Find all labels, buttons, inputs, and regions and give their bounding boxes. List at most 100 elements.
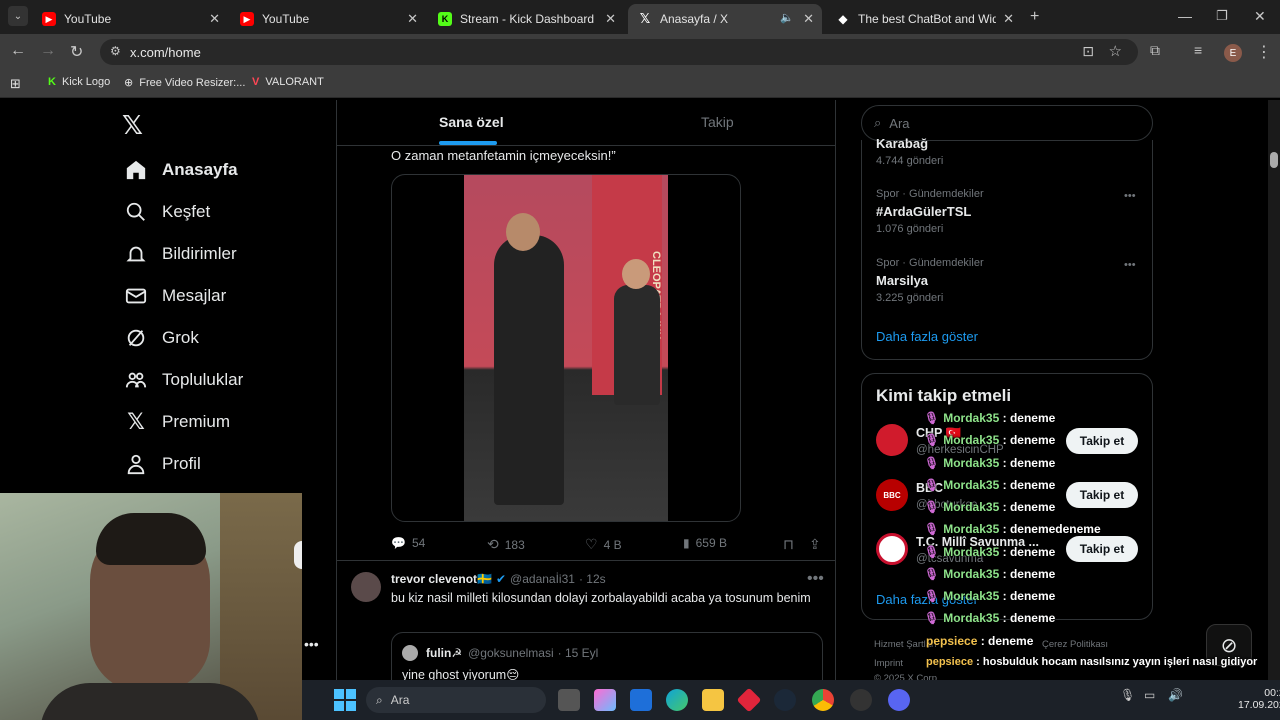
x-logo-icon[interactable]: 𝕏 <box>122 110 143 141</box>
apps-icon[interactable]: ⊞ <box>10 76 21 92</box>
more-icon[interactable]: ••• <box>1124 190 1136 202</box>
reply-button[interactable]: 💬 54 <box>391 536 425 550</box>
trend-item[interactable]: Spor · Gündemdekiler #ArdaGülerTSL 1.076… <box>876 188 984 235</box>
follow-button[interactable]: Takip et <box>1066 482 1138 508</box>
chat-separator: : <box>999 589 1010 603</box>
restore-button[interactable]: ❐ <box>1216 8 1228 24</box>
chat-separator: : <box>999 456 1010 470</box>
address-bar[interactable]: ⚙ x.com/home ⊡ ☆ <box>100 39 1138 65</box>
author-handle[interactable]: @adanaİi31 <box>510 572 575 586</box>
scrollbar[interactable] <box>1268 100 1280 680</box>
steam-icon[interactable] <box>774 689 796 711</box>
nav-grok[interactable]: Grok <box>124 326 199 350</box>
copilot-icon[interactable] <box>594 689 616 711</box>
quote-author: fulin☭ <box>426 646 463 660</box>
install-icon[interactable]: ⊡ <box>1082 43 1094 60</box>
more-icon[interactable]: ••• <box>1124 259 1136 271</box>
more-options-icon[interactable]: ••• <box>304 636 319 652</box>
app-icon[interactable] <box>736 687 762 713</box>
store-icon[interactable] <box>630 689 652 711</box>
follow-button[interactable]: Takip et <box>1066 536 1138 562</box>
taskbar-search[interactable]: ⌕ Ara <box>366 687 546 713</box>
nav-messages[interactable]: Mesajlar <box>124 284 226 308</box>
media-control-icon[interactable]: ≡ <box>1194 42 1202 58</box>
tab-youtube-1[interactable]: ▶ YouTube ✕ <box>32 4 228 34</box>
avatar[interactable] <box>351 572 381 602</box>
trend-item[interactable]: Spor · Gündemdekiler Marsilya 3.225 gönd… <box>876 257 984 304</box>
start-icon[interactable] <box>334 689 356 711</box>
discord-icon[interactable] <box>888 689 910 711</box>
chat-separator: : <box>999 500 1010 514</box>
trend-item[interactable]: Karabağ 4.744 gönderi <box>876 136 943 167</box>
nav-communities[interactable]: Topluluklar <box>124 368 243 392</box>
window-close-button[interactable]: ✕ <box>1254 8 1266 25</box>
edge-icon[interactable] <box>666 689 688 711</box>
more-icon[interactable]: ••• <box>807 570 824 588</box>
tab-chatbot[interactable]: ◆ The best ChatBot and Widgets ✕ <box>826 4 1022 34</box>
people-icon <box>124 368 148 392</box>
bookmark-video-resizer[interactable]: ⊕ Free Video Resizer:... <box>124 76 245 90</box>
extensions-icon[interactable]: ⧉ <box>1150 42 1160 59</box>
nav-profile[interactable]: Profil <box>124 452 201 476</box>
nav-notifications[interactable]: Bildirimler <box>124 242 237 266</box>
app-icon[interactable] <box>850 689 872 711</box>
volume-icon[interactable]: 🔊 <box>1168 688 1183 702</box>
speaker-icon[interactable]: 🔈 <box>780 11 794 24</box>
tab-for-you[interactable]: Sana özel <box>439 114 504 130</box>
post-video[interactable]: CLEOPATRA INK <box>391 174 741 522</box>
bookmark-star-icon[interactable]: ☆ <box>1109 42 1122 60</box>
follow-button[interactable]: Takip et <box>1066 428 1138 454</box>
nav-premium[interactable]: 𝕏 Premium <box>124 409 230 434</box>
avatar[interactable] <box>876 424 908 456</box>
close-icon[interactable]: ✕ <box>803 11 814 27</box>
repost-button[interactable]: ⟲ 183 <box>487 536 525 553</box>
tab-youtube-2[interactable]: ▶ YouTube ✕ <box>230 4 426 34</box>
share-icon[interactable]: ⇪ <box>809 536 821 553</box>
close-icon[interactable]: ✕ <box>1003 11 1014 27</box>
quote-card[interactable]: fulin☭ @goksunelmasi · 15 Eyl yine ghost… <box>391 632 823 680</box>
mic-icon: 🎙 <box>924 522 940 536</box>
chat-text: deneme <box>1009 545 1056 559</box>
mic-icon[interactable]: 🎙 <box>1120 688 1135 702</box>
minimize-button[interactable]: — <box>1178 8 1192 24</box>
author-name[interactable]: trevor clevenot🇸🇪 <box>391 572 492 586</box>
close-icon[interactable]: ✕ <box>209 11 220 27</box>
tab-x-home[interactable]: 𝕏 Anasayfa / X 🔈 ✕ <box>628 4 822 34</box>
site-info-icon[interactable]: ⚙ <box>110 44 121 58</box>
chat-message: 🎙 Mordak35 : deneme <box>924 478 1055 492</box>
mic-icon: 🎙 <box>924 456 940 470</box>
task-view-icon[interactable] <box>558 689 580 711</box>
like-button[interactable]: ♡ 4 B <box>585 536 622 553</box>
scrollbar-thumb[interactable] <box>1270 152 1278 168</box>
forward-button[interactable]: → <box>40 42 56 60</box>
views-button[interactable]: ▮ 659 B <box>683 536 727 550</box>
chat-separator: : <box>977 634 989 648</box>
show-more-link[interactable]: Daha fazla göster <box>876 329 978 344</box>
bookmark-icon[interactable]: ⊓ <box>783 536 794 553</box>
close-icon[interactable]: ✕ <box>407 11 418 27</box>
nav-home[interactable]: Anasayfa <box>124 158 238 182</box>
avatar[interactable]: E <box>1224 44 1242 62</box>
footer-cookie[interactable]: Çerez Politikası <box>1042 639 1108 650</box>
back-button[interactable]: ← <box>10 42 26 60</box>
tab-kick-dashboard[interactable]: K Stream - Kick Dashboard ✕ <box>428 4 624 34</box>
bookmark-valorant[interactable]: V VALORANT <box>252 76 324 88</box>
chrome-icon[interactable] <box>812 689 834 711</box>
tab-following[interactable]: Takip <box>701 114 734 130</box>
tab-search-button[interactable]: ⌄ <box>8 6 28 26</box>
menu-icon[interactable]: ⋮ <box>1256 42 1272 62</box>
avatar[interactable]: BBC <box>876 479 908 511</box>
search-icon: ⌕ <box>874 115 882 130</box>
nav-explore[interactable]: Keşfet <box>124 200 210 224</box>
network-icon[interactable]: ▭ <box>1144 688 1155 702</box>
footer-imprint[interactable]: Imprint <box>874 658 903 669</box>
folder-icon[interactable] <box>702 689 724 711</box>
bookmark-kick-logo[interactable]: K Kick Logo <box>48 76 110 88</box>
new-tab-button[interactable]: + <box>1030 8 1039 26</box>
avatar[interactable] <box>876 533 908 565</box>
clock[interactable]: 00:29 17.09.2025 <box>1238 687 1280 711</box>
post-time[interactable]: · 12s <box>579 572 606 586</box>
close-icon[interactable]: ✕ <box>605 11 616 27</box>
chat-message: 🎙 Mordak35 : deneme <box>924 545 1055 559</box>
reload-button[interactable]: ↻ <box>70 42 83 62</box>
